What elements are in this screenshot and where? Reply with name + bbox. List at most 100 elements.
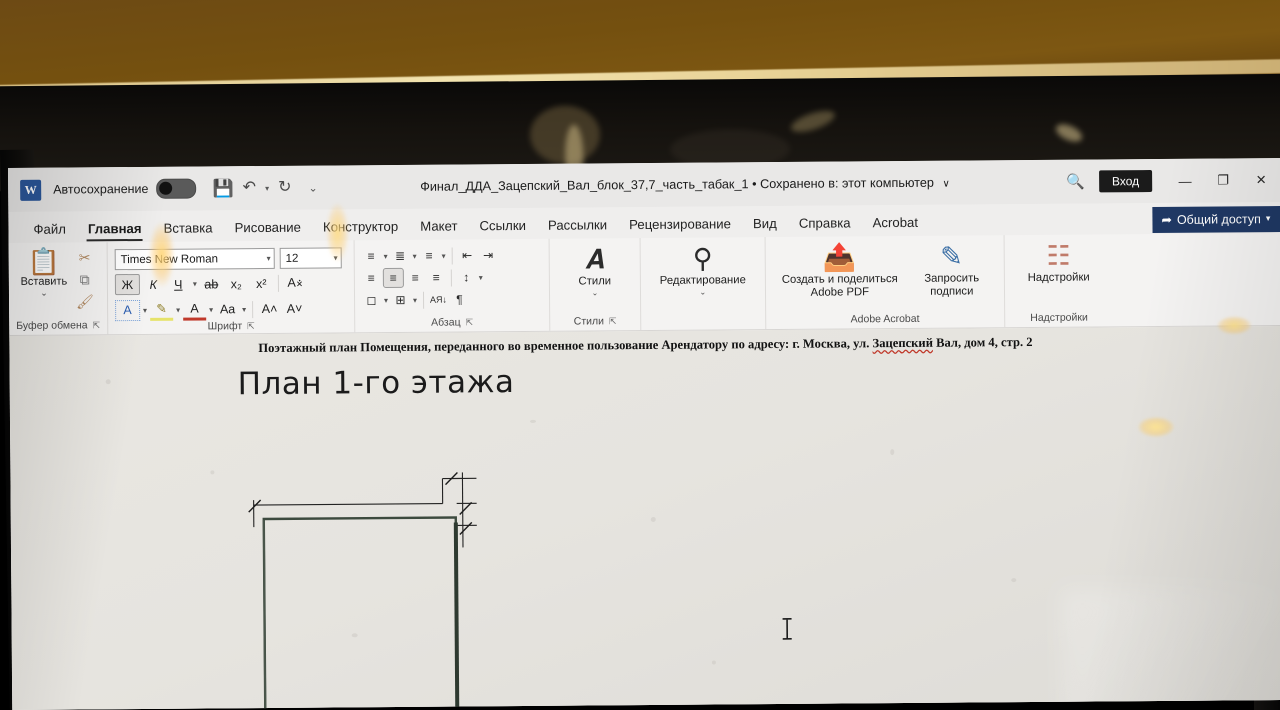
increase-indent-button[interactable]: ⇥ (479, 246, 498, 264)
tab-draw[interactable]: Рисование (223, 220, 312, 242)
decrease-indent-button[interactable]: ⇤ (458, 246, 477, 264)
tab-view[interactable]: Вид (742, 216, 788, 237)
align-right-button[interactable]: ≡ (406, 269, 425, 287)
underline-chevron-icon[interactable]: ▾ (192, 280, 198, 289)
undo-dropdown-icon[interactable]: ▾ (265, 183, 269, 192)
numbering-button[interactable]: ≣ (391, 247, 410, 265)
format-painter-icon[interactable]: 🖌 (76, 293, 94, 310)
create-share-pdf-button[interactable]: 📤 Создать и поделиться Adobe PDF (773, 240, 907, 300)
subscript-button[interactable]: x₂ (225, 274, 248, 293)
highlight-chevron-icon[interactable]: ▾ (175, 305, 181, 314)
group-label-acrobat: Adobe Acrobat (850, 312, 920, 326)
redo-icon[interactable]: ↻ (278, 179, 292, 196)
minimize-button[interactable]: — (1166, 173, 1204, 188)
customize-qat-icon[interactable]: ⌄ (308, 181, 317, 194)
font-name-input[interactable]: Times New Roman ▾ (114, 247, 275, 271)
italic-button[interactable]: К (142, 275, 165, 294)
justify-button[interactable]: ≡ (427, 269, 446, 287)
search-icon[interactable]: 🔍 (1052, 172, 1099, 191)
tab-references[interactable]: Ссылки (468, 218, 537, 240)
change-case-button[interactable]: Aa (216, 300, 239, 319)
font-size-chevron-icon[interactable]: ▾ (330, 253, 338, 262)
addins-grid-icon: ☷ (1046, 240, 1071, 271)
grow-font-button[interactable]: A˄ (258, 299, 281, 318)
share-button[interactable]: ➦ Общий доступ ▾ (1152, 206, 1280, 234)
paste-button[interactable]: 📋 Вставить ⌄ (16, 247, 72, 299)
line-spacing-chevron-icon[interactable]: ▾ (478, 273, 484, 282)
undo-icon[interactable]: ↶ (243, 179, 257, 196)
group-acrobat: 📤 Создать и поделиться Adobe PDF ✎ Запро… (764, 235, 1005, 330)
dimension-lines (253, 472, 477, 548)
styles-dropdown-icon[interactable]: ⌄ (592, 289, 599, 298)
superscript-button[interactable]: x² (250, 274, 273, 293)
photo-scene: W Автосохранение 💾 ↶ ▾ ↻ ⌄ Финал_ДДА_Зац… (0, 0, 1280, 710)
shading-button[interactable]: ◻ (362, 291, 381, 309)
bold-button[interactable]: Ж (114, 273, 140, 296)
group-paragraph: ≡ ▾ ≣ ▾ ≡ ▾ ⇤ ⇥ ≡ ≡ ≡ ≡ ↕ ▾ ◻ ▾ ⊞ ▾ AЯ↓ … (353, 238, 550, 333)
align-center-button[interactable]: ≡ (382, 267, 404, 289)
title-chevron-icon[interactable]: ∨ (942, 179, 949, 190)
clipboard-dialog-launcher-icon[interactable]: ⇱ (93, 320, 101, 331)
signin-button[interactable]: Вход (1098, 170, 1153, 193)
numbering-chevron-icon[interactable]: ▾ (412, 251, 418, 260)
paragraph-dialog-launcher-icon[interactable]: ⇱ (466, 317, 474, 328)
tab-help[interactable]: Справка (788, 215, 862, 237)
text-effects-chevron-icon[interactable]: ▾ (142, 305, 148, 314)
tab-insert[interactable]: Вставка (152, 220, 223, 242)
align-left-button[interactable]: ≡ (362, 269, 381, 287)
request-signatures-button[interactable]: ✎ Запросить подписи (906, 239, 996, 299)
paste-dropdown-icon[interactable]: ⌄ (40, 288, 48, 299)
signature-icon: ✎ (940, 241, 963, 272)
shading-chevron-icon[interactable]: ▾ (383, 296, 389, 305)
tab-layout[interactable]: Макет (409, 218, 468, 239)
tab-design[interactable]: Конструктор (312, 219, 409, 241)
line-spacing-button[interactable]: ↕ (457, 268, 476, 286)
font-dialog-launcher-icon[interactable]: ⇱ (247, 321, 255, 332)
cut-icon[interactable]: ✂ (79, 249, 91, 266)
text-effects-button[interactable]: A (114, 299, 141, 321)
shrink-font-button[interactable]: A˅ (283, 299, 306, 318)
document-title[interactable]: Финал_ДДА_Зацепский_Вал_блок_37,7_часть_… (318, 175, 1053, 195)
document-page[interactable]: Поэтажный план Помещения, переданного во… (9, 326, 1280, 710)
tab-home[interactable]: Главная (77, 221, 153, 243)
addins-button[interactable]: ☷ Надстройки (1011, 238, 1105, 285)
share-label: Общий доступ (1176, 211, 1261, 227)
copy-icon[interactable]: ⧉ (80, 271, 90, 288)
borders-button[interactable]: ⊞ (391, 291, 410, 309)
editing-button[interactable]: ⚲ Редактирование ⌄ (648, 241, 758, 297)
editing-dropdown-icon[interactable]: ⌄ (700, 288, 707, 297)
bullets-button[interactable]: ≡ (362, 247, 381, 265)
underline-button[interactable]: Ч (167, 275, 190, 294)
styles-button[interactable]: 𝑨 Стили ⌄ (557, 242, 633, 298)
strikethrough-button[interactable]: ab (200, 274, 223, 293)
tab-mailings[interactable]: Рассылки (537, 217, 618, 239)
styles-dialog-launcher-icon[interactable]: ⇱ (609, 316, 617, 327)
close-button[interactable]: ✕ (1242, 172, 1280, 188)
font-name-chevron-icon[interactable]: ▾ (263, 254, 271, 263)
font-color-button[interactable]: A (182, 298, 207, 321)
restore-button[interactable]: ❐ (1204, 172, 1242, 188)
share-icon: ➦ (1161, 212, 1172, 227)
save-icon[interactable]: 💾 (212, 179, 233, 198)
autosave-toggle[interactable] (156, 178, 197, 199)
group-label-editing (648, 314, 758, 330)
group-label-styles: Стили ⇱ (573, 315, 617, 328)
tab-review[interactable]: Рецензирование (618, 216, 742, 238)
multilevel-list-button[interactable]: ≡ (420, 247, 439, 265)
tab-acrobat[interactable]: Acrobat (862, 215, 930, 237)
change-case-chevron-icon[interactable]: ▾ (241, 305, 247, 314)
bullets-chevron-icon[interactable]: ▾ (383, 252, 389, 261)
text-cursor-icon (782, 618, 792, 640)
font-size-input[interactable]: 12 ▾ (279, 247, 342, 269)
multilevel-chevron-icon[interactable]: ▾ (441, 251, 447, 260)
autosave-label: Автосохранение (53, 181, 149, 197)
show-marks-button[interactable]: ¶ (450, 290, 469, 308)
borders-chevron-icon[interactable]: ▾ (412, 295, 418, 304)
word-logo-icon: W (20, 179, 42, 201)
paste-icon: 📋 (27, 246, 61, 277)
font-color-chevron-icon[interactable]: ▾ (208, 305, 214, 314)
clear-formatting-button[interactable]: A⨰ (284, 274, 307, 293)
tab-file[interactable]: Файл (22, 221, 77, 242)
sort-button[interactable]: AЯ↓ (429, 291, 448, 309)
highlight-button[interactable]: ✎ (149, 298, 174, 321)
